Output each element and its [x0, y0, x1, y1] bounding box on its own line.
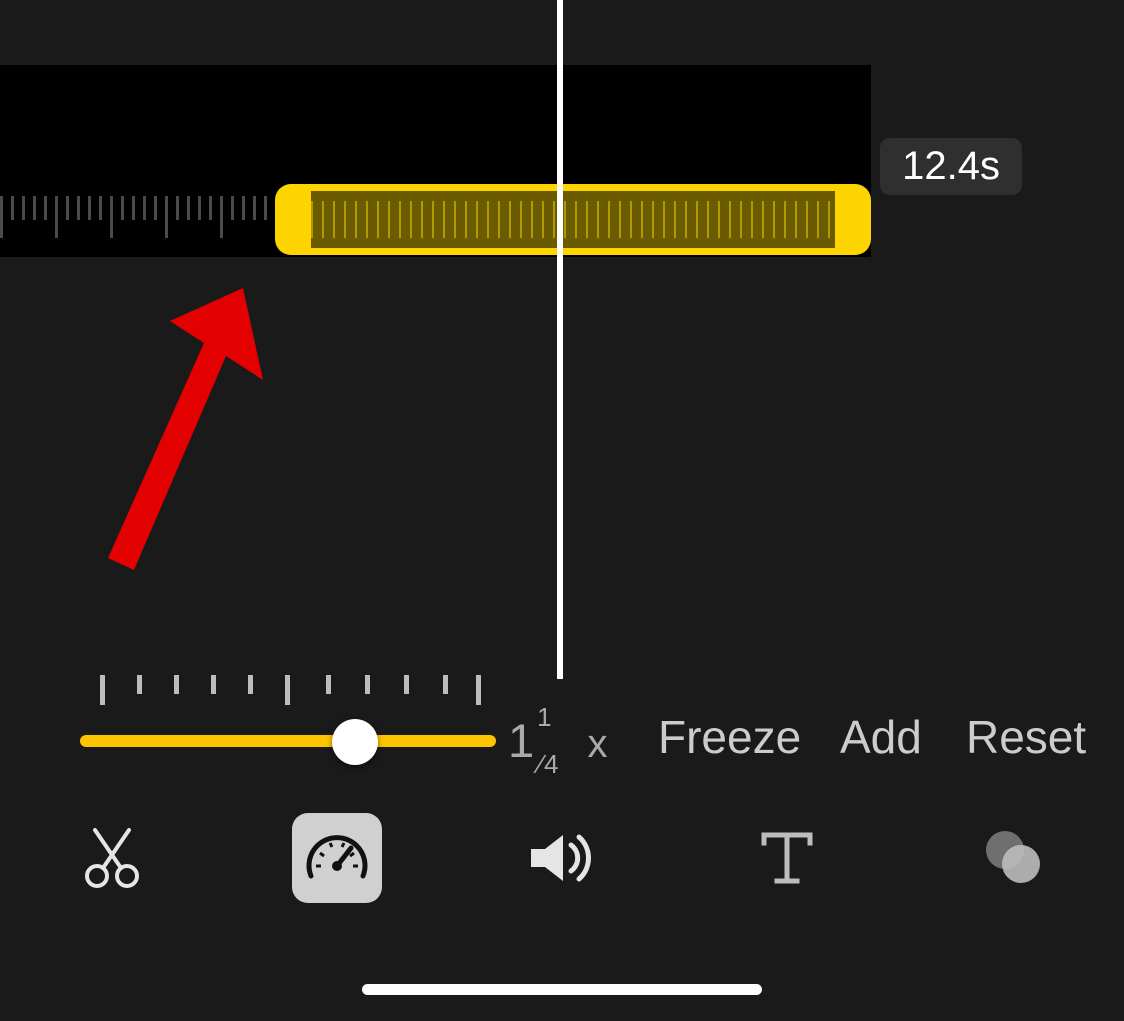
text-icon [760, 831, 814, 885]
volume-tool-button[interactable] [517, 813, 607, 903]
editor-toolbar [0, 808, 1124, 908]
timeline-area[interactable]: 12.4s [0, 0, 1124, 679]
speed-ruler [100, 675, 476, 709]
reset-button[interactable]: Reset [966, 710, 1086, 764]
speed-value-label: 11⁄4 x [508, 713, 608, 774]
filter-tool-button[interactable] [967, 813, 1057, 903]
annotation-arrow-icon [108, 280, 268, 570]
text-tool-button[interactable] [742, 813, 832, 903]
filter-icon [979, 828, 1045, 888]
speed-tool-button[interactable] [292, 813, 382, 903]
speed-slider-track [80, 735, 496, 747]
speed-slider-thumb[interactable] [332, 719, 378, 765]
add-button[interactable]: Add [840, 710, 922, 764]
clip-duration-badge: 12.4s [880, 138, 1022, 195]
speed-slider[interactable] [80, 735, 496, 747]
speed-range-inner [309, 189, 837, 250]
scissors-icon [85, 828, 139, 888]
speed-range-selection[interactable] [275, 184, 871, 255]
timeline-ruler [0, 196, 275, 244]
playhead[interactable] [557, 0, 563, 679]
cut-tool-button[interactable] [67, 813, 157, 903]
speedometer-icon [305, 826, 369, 890]
freeze-button[interactable]: Freeze [658, 710, 801, 764]
home-indicator[interactable] [362, 984, 762, 995]
volume-icon [529, 831, 595, 885]
